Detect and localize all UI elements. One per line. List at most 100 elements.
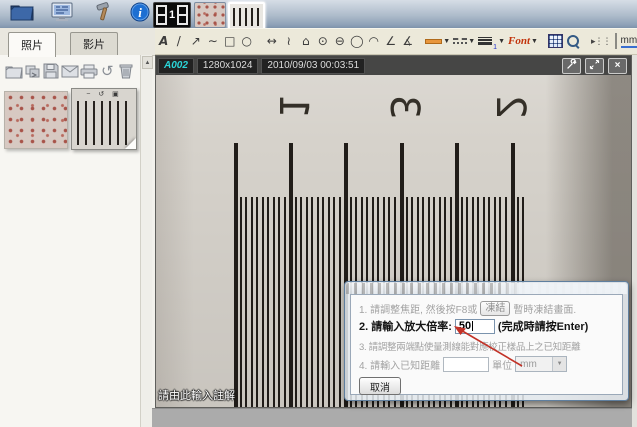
unit-label: mm <box>621 35 637 48</box>
text-tool[interactable]: A <box>159 31 168 51</box>
tab-videos-label: 影片 <box>83 36 105 52</box>
table-icon <box>548 34 563 48</box>
measure-angle-tool[interactable]: ∠ <box>382 31 399 51</box>
dialog-step1: 1. 請調整焦距, 然後按F8或 凍結 暫時凍結畫面. <box>359 301 618 316</box>
delete-icon[interactable] <box>117 62 135 80</box>
sidebar-scrollbar[interactable]: ▲ <box>140 55 152 427</box>
tab-videos[interactable]: 影片 <box>70 32 118 55</box>
measure-polygon-tool[interactable]: ⌂ <box>297 31 314 51</box>
save-icon[interactable] <box>42 62 60 80</box>
line-style-picker[interactable]: ▼ <box>452 31 476 51</box>
wrench-icon <box>566 59 577 73</box>
folder-icon <box>10 3 34 26</box>
resolution-badge: 1280x1024 <box>197 58 259 74</box>
thickness-value: 1 <box>493 44 497 51</box>
print-icon[interactable] <box>80 62 98 80</box>
sidebar-action-bar: ↺ <box>0 55 140 87</box>
viewer-tools-button[interactable] <box>562 58 581 74</box>
dialog-step3: 3. 請調整兩端點使量測線能對應校正樣品上之已知距離 <box>359 339 618 353</box>
step2-label: 2. 請輸入放大倍率: <box>359 318 452 334</box>
line-color-picker[interactable]: ▼ <box>424 31 451 51</box>
tab-photos[interactable]: 照片 <box>8 32 56 57</box>
microscope-app: i 1 照片 影片 A /↗∼□○ ↔≀⌂⊙⊖◯◠∠∡ ▼ <box>0 0 637 427</box>
display-settings-button[interactable] <box>48 3 76 25</box>
photo-sidebar: ↺ − ↺ ▣ ▲ <box>0 55 152 427</box>
font-picker[interactable]: Font▼ <box>507 31 539 51</box>
ruler-tick <box>339 197 341 407</box>
open-icon[interactable] <box>5 62 23 80</box>
step4-label: 4. 請輸入已知距離 <box>359 357 440 372</box>
measurement-table-button[interactable] <box>547 31 564 51</box>
measure-arc-tool[interactable]: ◠ <box>365 31 382 51</box>
cancel-button[interactable]: 取消 <box>359 377 401 395</box>
top-toolbar: i 1 <box>0 0 637 29</box>
measure-tools: ↔≀⌂⊙⊖◯◠∠∡ <box>263 31 416 51</box>
ruler-photo-view-button[interactable] <box>228 2 265 30</box>
ruler-tick <box>256 197 258 407</box>
line-color-swatch <box>425 39 442 44</box>
ruler-tick <box>278 197 280 407</box>
thickness-icon <box>478 36 492 46</box>
dash-style-icon <box>453 38 467 44</box>
font-button-label: Font <box>508 35 530 47</box>
known-distance-input[interactable] <box>443 357 489 372</box>
measure-circle-diameter-tool[interactable]: ⊖ <box>331 31 348 51</box>
measure-polyline-tool[interactable]: ≀ <box>280 31 297 51</box>
ruler-thumbnail-bars <box>233 8 260 26</box>
tab-photos-label: 照片 <box>21 37 43 53</box>
magnifier-icon <box>566 34 581 49</box>
chevron-down-icon: ▼ <box>552 357 566 371</box>
magnifier-button[interactable] <box>565 31 582 51</box>
rectangle-tool[interactable]: □ <box>221 31 238 51</box>
text-caret <box>472 321 473 331</box>
tools-button[interactable] <box>90 3 118 25</box>
annotation-hint[interactable]: 請由此輸入註解 <box>158 387 235 403</box>
magnification-input[interactable]: 50 <box>455 319 495 334</box>
ruler-tick <box>267 197 269 407</box>
timestamp-badge: 2010/09/03 00:03:51 <box>261 58 365 74</box>
about-button[interactable]: i <box>126 3 154 25</box>
restore-icon[interactable]: ↺ <box>98 62 116 80</box>
ruler-digit: 3 <box>382 85 426 129</box>
sample-photo-view-button[interactable] <box>194 2 226 28</box>
unit-picker[interactable]: mm▼ <box>620 31 637 51</box>
freeze-button[interactable]: 凍結 <box>480 301 510 316</box>
calibration-dialog: 1. 請調整焦距, 然後按F8或 凍結 暫時凍結畫面. 2. 請輸入放大倍率: … <box>344 281 629 401</box>
line-tool[interactable]: / <box>170 31 187 51</box>
ruler-tick <box>328 197 330 407</box>
scroll-up-button[interactable]: ▲ <box>142 56 153 69</box>
measure-line-tool[interactable]: ↔ <box>263 31 280 51</box>
arrow-tool[interactable]: ↗ <box>187 31 204 51</box>
line-thickness-picker[interactable]: 1 ▼ <box>477 31 506 51</box>
magnification-toolbar-input[interactable] <box>615 33 617 49</box>
ellipse-tool[interactable]: ○ <box>238 31 255 51</box>
unit-dropdown[interactable]: mm ▼ <box>515 356 567 372</box>
email-icon[interactable] <box>61 62 79 80</box>
ruler-tick <box>322 197 324 407</box>
viewer-window-buttons: × <box>562 58 627 74</box>
transfer-icon[interactable] <box>24 62 42 80</box>
measure-circle-3point-tool[interactable]: ◯ <box>348 31 365 51</box>
thumbnail-ruler-photo-selected[interactable]: − ↺ ▣ <box>71 88 137 150</box>
measurement-list-button[interactable]: ▸⋮⋮ <box>590 31 612 51</box>
ruler-tick <box>284 197 286 407</box>
ruler-tick <box>306 197 308 407</box>
ruler-tick <box>273 197 275 407</box>
annotation-toolbar: A /↗∼□○ ↔≀⌂⊙⊖◯◠∠∡ ▼ ▼ 1 ▼ Font▼ ▸⋮⋮ <box>155 28 637 55</box>
viewer-close-button[interactable]: × <box>608 58 627 74</box>
magnification-value: 50 <box>459 320 471 332</box>
thumbnail-sample-photo[interactable] <box>4 91 68 149</box>
curve-tool[interactable]: ∼ <box>204 31 221 51</box>
viewer-fullscreen-button[interactable] <box>585 58 604 74</box>
open-file-button[interactable] <box>8 3 36 25</box>
viewer-info-bar: A002 1280x1024 2010/09/03 00:03:51 × <box>156 56 631 75</box>
ruler-tick <box>251 197 253 407</box>
step3-text: 3. 請調整兩端點使量測線能對應校正樣品上之已知距離 <box>359 339 580 353</box>
info-icon: i <box>130 2 150 27</box>
measure-circle-center-tool[interactable]: ⊙ <box>314 31 331 51</box>
ruler-tick <box>317 197 319 407</box>
ruler-digit: 2 <box>488 85 532 129</box>
live-view-button[interactable]: 1 <box>153 2 191 28</box>
measure-angle4-tool[interactable]: ∡ <box>399 31 416 51</box>
thumbnail-overlay-icons: − ↺ ▣ <box>72 90 136 98</box>
